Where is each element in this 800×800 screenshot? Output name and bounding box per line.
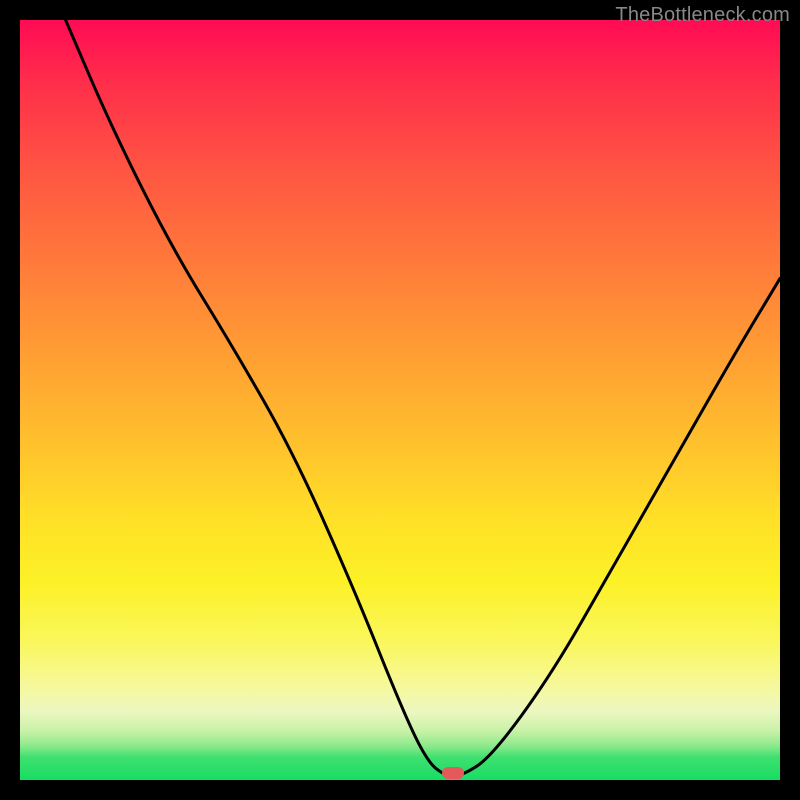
- bottleneck-curve: [20, 20, 780, 780]
- optimal-point-marker: [442, 767, 464, 779]
- plot-area: [20, 20, 780, 780]
- chart-frame: TheBottleneck.com: [0, 0, 800, 800]
- watermark-label: TheBottleneck.com: [615, 4, 790, 27]
